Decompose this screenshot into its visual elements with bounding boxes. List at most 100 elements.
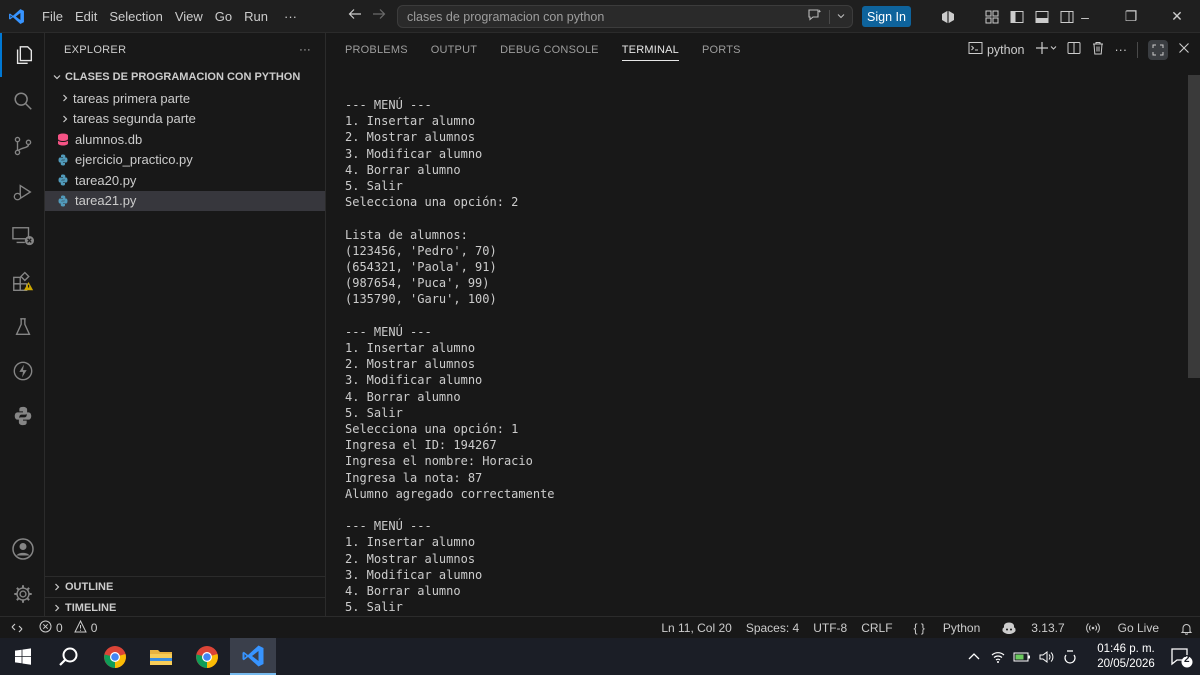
panel-more-button[interactable]: ···: [1115, 43, 1128, 57]
file-explorer-icon[interactable]: [138, 638, 184, 675]
timeline-section-header[interactable]: TIMELINE: [45, 597, 326, 618]
account-icon[interactable]: [0, 527, 45, 571]
gear-icon[interactable]: [0, 572, 45, 616]
chevron-right-icon: [57, 93, 73, 103]
toggle-panel-icon[interactable]: [1034, 9, 1050, 25]
go-live-button[interactable]: Go Live: [1072, 621, 1173, 635]
cursor-position[interactable]: Ln 11, Col 20: [654, 621, 739, 635]
tree-file-item[interactable]: ejercicio_practico.py: [45, 150, 325, 171]
notifications-bell-icon[interactable]: [1173, 622, 1200, 635]
close-panel-icon[interactable]: [1178, 42, 1190, 57]
terminal-line: 5. Salir: [345, 405, 403, 420]
python-file-icon: [55, 174, 71, 186]
copilot-icon[interactable]: [940, 9, 956, 25]
python-file-icon: [55, 154, 71, 166]
tab-output[interactable]: OUTPUT: [431, 33, 477, 66]
source-control-icon[interactable]: [0, 124, 45, 168]
toggle-primary-sidebar-icon[interactable]: [1009, 9, 1025, 25]
chevron-down-icon[interactable]: [836, 9, 846, 24]
menu-go[interactable]: Go: [209, 0, 238, 33]
customize-layout-icon[interactable]: [984, 9, 1000, 25]
line-ending[interactable]: CRLF: [854, 621, 899, 635]
maximize-panel-icon[interactable]: [1148, 39, 1168, 60]
terminal-line: 3. Modificar alumno: [345, 373, 483, 388]
indentation[interactable]: Spaces: 4: [739, 621, 806, 635]
remote-indicator-icon[interactable]: [0, 617, 34, 639]
terminal-output[interactable]: --- MENÚ --- 1. Insertar alumno 2. Mostrar…: [345, 97, 1185, 616]
tab-terminal[interactable]: TERMINAL: [621, 33, 680, 66]
wifi-icon[interactable]: [986, 650, 1010, 664]
terminal-line: 1. Insertar alumno: [345, 114, 476, 129]
tab-ports[interactable]: PORTS: [702, 33, 741, 66]
menu-run[interactable]: Run: [238, 0, 274, 33]
python-version[interactable]: 3.13.7: [1024, 621, 1071, 635]
language-label: Python: [942, 621, 981, 635]
windows-start-icon[interactable]: [0, 638, 46, 675]
notification-count: 2: [1184, 653, 1190, 665]
chevron-right-icon: [49, 582, 65, 592]
error-count: 0: [56, 620, 63, 635]
explorer-more-button[interactable]: ···: [299, 44, 311, 56]
vscode-taskbar-icon[interactable]: [230, 638, 276, 675]
terminal-line: 4. Borrar alumno: [345, 584, 461, 599]
tree-file-item[interactable]: tarea20.py: [45, 170, 325, 191]
menu-selection[interactable]: Selection: [103, 0, 168, 33]
arrow-left-icon[interactable]: [348, 7, 362, 26]
copilot-status-icon[interactable]: [994, 621, 1024, 635]
copilot-chat-icon[interactable]: [807, 8, 823, 25]
close-icon[interactable]: ✕: [1154, 8, 1200, 25]
terminal-icon: [968, 41, 983, 58]
minimize-icon[interactable]: –: [1062, 9, 1108, 25]
tab-problems[interactable]: PROBLEMS: [345, 33, 408, 66]
search-icon[interactable]: [0, 79, 45, 123]
extensions-icon[interactable]: [0, 260, 45, 304]
split-terminal-icon[interactable]: [1067, 41, 1081, 58]
taskbar-search-icon[interactable]: [46, 638, 92, 675]
notification-center-icon[interactable]: 2: [1162, 646, 1200, 668]
volume-icon[interactable]: [1034, 650, 1058, 664]
python-icon[interactable]: [0, 394, 45, 438]
sign-in-button[interactable]: Sign In: [862, 6, 911, 27]
chrome-profile-icon[interactable]: [184, 638, 230, 675]
tree-folder-item[interactable]: tareas segunda parte: [45, 109, 325, 130]
warning-icon: [73, 619, 87, 636]
new-terminal-icon[interactable]: [1035, 41, 1057, 58]
broadcast-icon: [1079, 622, 1107, 634]
panel-actions: python ···: [968, 33, 1190, 66]
chevron-up-icon[interactable]: [962, 652, 986, 662]
restore-icon[interactable]: ❐: [1108, 8, 1154, 25]
explorer-icon[interactable]: [0, 33, 45, 77]
tab-debug-console[interactable]: DEBUG CONSOLE: [500, 33, 599, 66]
menu-view[interactable]: View: [169, 0, 209, 33]
python-file-icon: [55, 195, 71, 207]
testing-icon[interactable]: [0, 305, 45, 349]
arrow-right-icon[interactable]: [372, 7, 386, 26]
run-debug-icon[interactable]: [0, 170, 45, 214]
chrome-icon[interactable]: [92, 638, 138, 675]
encoding[interactable]: UTF-8: [806, 621, 854, 635]
clock[interactable]: 01:46 p. m. 20/05/2026: [1090, 642, 1162, 672]
battery-icon[interactable]: [1010, 651, 1034, 663]
menu-edit[interactable]: Edit: [69, 0, 103, 33]
problems-indicator[interactable]: 0 0: [39, 619, 97, 636]
tree-file-item[interactable]: alumnos.db: [45, 129, 325, 150]
tree-folder-item[interactable]: tareas primera parte: [45, 88, 325, 109]
terminal-line: 1. Insertar alumno: [345, 341, 476, 356]
terminal-scrollbar[interactable]: [1188, 75, 1200, 378]
trash-icon[interactable]: [1091, 41, 1105, 58]
sync-icon[interactable]: [1058, 649, 1082, 665]
tree-item-label: tarea20.py: [75, 172, 137, 188]
terminal-selector[interactable]: python: [968, 41, 1025, 58]
terminal-line: 2. Mostrar alumnos: [345, 130, 476, 145]
menu-file[interactable]: File: [36, 0, 69, 33]
windows-taskbar: 01:46 p. m. 20/05/2026 2: [0, 638, 1200, 675]
lightning-icon[interactable]: [0, 349, 45, 393]
remote-explorer-icon[interactable]: [0, 214, 45, 258]
command-center-search[interactable]: clases de programacion con python: [397, 5, 853, 28]
menu-more-button[interactable]: ···: [274, 0, 307, 33]
outline-section-header[interactable]: OUTLINE: [45, 576, 326, 597]
tree-file-item-selected[interactable]: tarea21.py: [45, 190, 325, 211]
language-mode[interactable]: { } Python: [900, 621, 995, 635]
workspace-folder-header[interactable]: CLASES DE PROGRAMACION CON PYTHON: [45, 66, 325, 88]
